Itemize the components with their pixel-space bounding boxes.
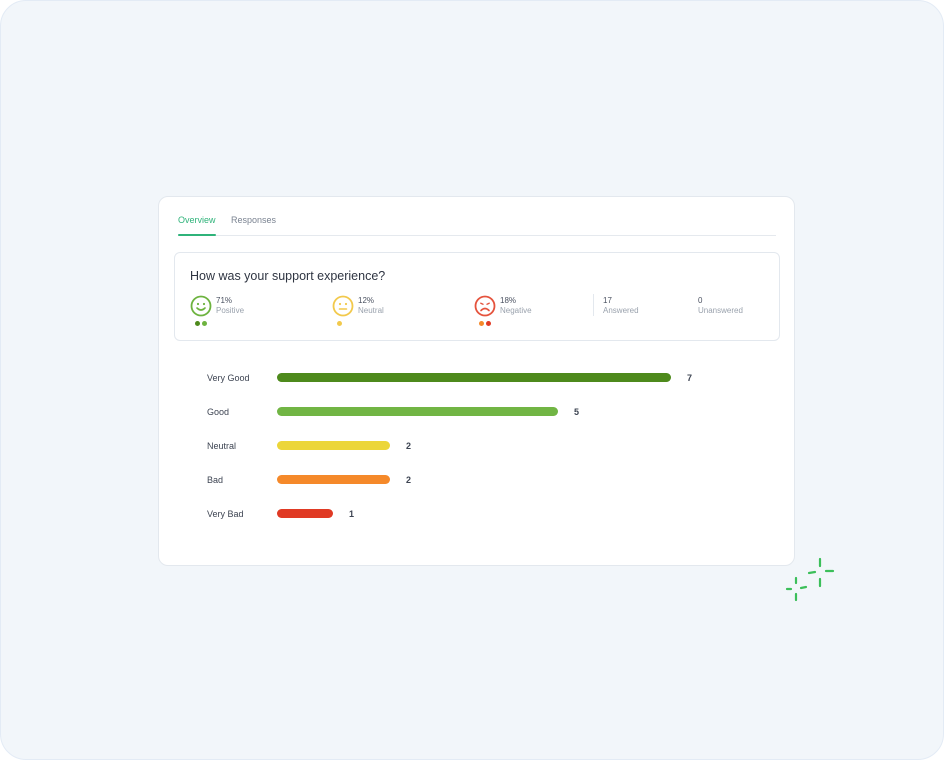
bar-label: Neutral xyxy=(207,441,237,451)
survey-card: Overview Responses How was your support … xyxy=(158,196,795,566)
bar-value-label: 2 xyxy=(406,475,412,485)
bar-value-label: 7 xyxy=(687,373,693,383)
background-frame: Overview Responses How was your support … xyxy=(0,0,944,760)
bar xyxy=(277,373,671,382)
bar xyxy=(277,475,390,484)
bar-value-label: 2 xyxy=(406,441,412,451)
sparkle-decoration xyxy=(785,557,835,602)
bar-value-label: 5 xyxy=(574,407,580,417)
response-bar-chart: Very Good 7 Good 5 Neutral 2 Bad 2 Very Bad 1 xyxy=(159,197,796,567)
bar-label: Bad xyxy=(207,475,224,485)
bar xyxy=(277,407,558,416)
bar xyxy=(277,441,390,450)
bar-label: Very Good xyxy=(207,373,250,383)
bar-label: Good xyxy=(207,407,230,417)
bar xyxy=(277,509,333,518)
bar-value-label: 1 xyxy=(349,509,355,519)
bar-label: Very Bad xyxy=(207,509,244,519)
